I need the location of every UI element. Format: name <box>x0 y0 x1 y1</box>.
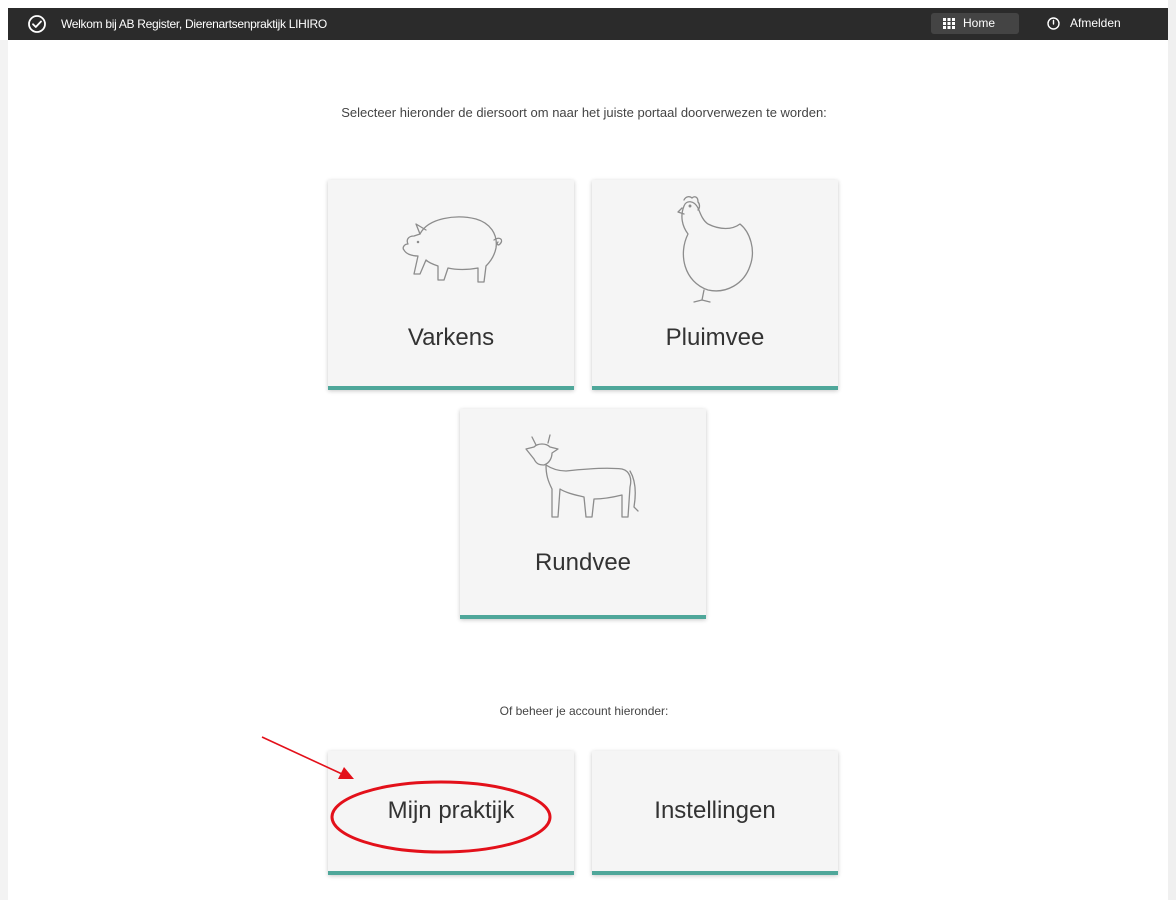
chicken-icon <box>677 196 754 303</box>
page: Welkom bij AB Register, Dierenartsenprak… <box>0 0 1176 900</box>
grid-icon <box>943 18 955 29</box>
cow-icon <box>525 434 639 518</box>
account-intro-text: Of beheer je account hieronder: <box>499 704 669 718</box>
left-edge <box>0 40 8 900</box>
power-icon <box>1047 17 1060 30</box>
tile-instellingen[interactable]: Instellingen <box>592 751 838 875</box>
scrollbar-track[interactable] <box>1168 0 1176 900</box>
top-strip <box>0 0 1176 8</box>
home-button-label: Home <box>963 16 996 30</box>
logout-button-label: Afmelden <box>1070 16 1121 30</box>
top-navigation-bar: Welkom bij AB Register, Dierenartsenprak… <box>8 8 1168 40</box>
species-intro-text: Selecteer hieronder de diersoort om naar… <box>341 105 827 120</box>
tile-pluimvee-label: Pluimvee <box>665 324 765 351</box>
tile-mijn-praktijk[interactable]: Mijn praktijk <box>328 751 574 875</box>
tile-instellingen-label: Instellingen <box>654 797 776 824</box>
welcome-message: Welkom bij AB Register, Dierenartsenprak… <box>61 17 327 31</box>
tile-mijn-praktijk-label: Mijn praktijk <box>387 797 515 824</box>
logout-button[interactable]: Afmelden <box>1046 13 1150 34</box>
check-circle-icon <box>28 15 46 33</box>
home-button[interactable]: Home <box>931 13 1019 34</box>
tile-rundvee-label: Rundvee <box>534 549 632 576</box>
pig-icon <box>402 216 503 283</box>
tile-pluimvee[interactable]: Pluimvee <box>592 180 838 390</box>
tile-rundvee[interactable]: Rundvee <box>460 409 706 619</box>
tile-varkens[interactable]: Varkens <box>328 180 574 390</box>
tile-varkens-label: Varkens <box>407 324 495 351</box>
